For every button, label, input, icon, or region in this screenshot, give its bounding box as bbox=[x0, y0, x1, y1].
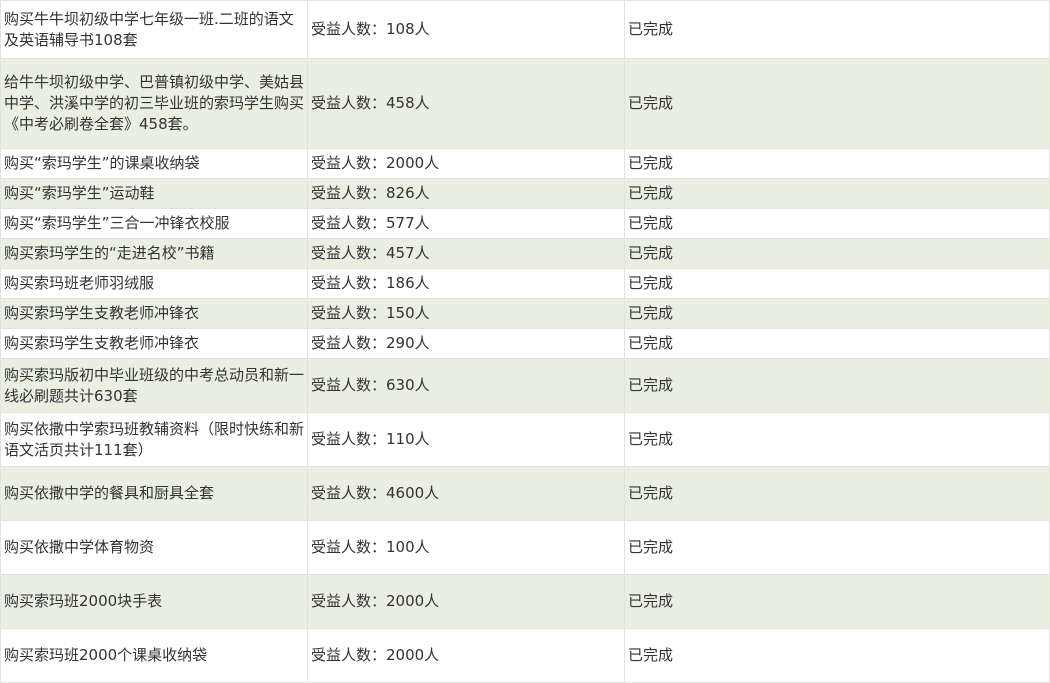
beneficiaries-cell: 受益人数：2000人 bbox=[307, 148, 625, 179]
item-cell: 购买索玛班2000个课桌收纳袋 bbox=[0, 628, 308, 683]
table-row: 购买“索玛学生”运动鞋 受益人数：826人 已完成 bbox=[0, 178, 1050, 209]
beneficiaries-cell: 受益人数：2000人 bbox=[307, 628, 625, 683]
status-cell: 已完成 bbox=[624, 208, 1050, 239]
beneficiaries-cell: 受益人数：110人 bbox=[307, 412, 625, 467]
item-cell: 购买依撒中学的餐具和厨具全套 bbox=[0, 466, 308, 521]
status-cell: 已完成 bbox=[624, 268, 1050, 299]
item-cell: 购买索玛班老师羽绒服 bbox=[0, 268, 308, 299]
beneficiaries-cell: 受益人数：4600人 bbox=[307, 466, 625, 521]
beneficiaries-cell: 受益人数：2000人 bbox=[307, 574, 625, 629]
item-cell: 购买“索玛学生”运动鞋 bbox=[0, 178, 308, 209]
table-row: 购买索玛班老师羽绒服 受益人数：186人 已完成 bbox=[0, 268, 1050, 299]
table-row: 给牛牛坝初级中学、巴普镇初级中学、美姑县中学、洪溪中学的初三毕业班的索玛学生购买… bbox=[0, 58, 1050, 149]
item-cell: 购买索玛学生的“走进名校”书籍 bbox=[0, 238, 308, 269]
beneficiaries-cell: 受益人数：100人 bbox=[307, 520, 625, 575]
beneficiaries-cell: 受益人数：630人 bbox=[307, 358, 625, 413]
beneficiaries-cell: 受益人数：290人 bbox=[307, 328, 625, 359]
table-row: 购买“索玛学生”三合一冲锋衣校服 受益人数：577人 已完成 bbox=[0, 208, 1050, 239]
item-cell: 购买索玛版初中毕业班级的中考总动员和新一线必刷题共计630套 bbox=[0, 358, 308, 413]
status-cell: 已完成 bbox=[624, 238, 1050, 269]
table-row: 购买索玛班2000个课桌收纳袋 受益人数：2000人 已完成 bbox=[0, 628, 1050, 683]
status-cell: 已完成 bbox=[624, 466, 1050, 521]
beneficiaries-cell: 受益人数：826人 bbox=[307, 178, 625, 209]
item-cell: 给牛牛坝初级中学、巴普镇初级中学、美姑县中学、洪溪中学的初三毕业班的索玛学生购买… bbox=[0, 58, 308, 149]
beneficiaries-cell: 受益人数：150人 bbox=[307, 298, 625, 329]
table-row: 购买依撒中学体育物资 受益人数：100人 已完成 bbox=[0, 520, 1050, 575]
item-cell: 购买索玛学生支教老师冲锋衣 bbox=[0, 298, 308, 329]
status-cell: 已完成 bbox=[624, 0, 1050, 59]
table-row: 购买依撒中学索玛班教辅资料（限时快练和新语文活页共计111套） 受益人数：110… bbox=[0, 412, 1050, 467]
beneficiaries-cell: 受益人数：457人 bbox=[307, 238, 625, 269]
status-cell: 已完成 bbox=[624, 574, 1050, 629]
item-cell: 购买依撒中学索玛班教辅资料（限时快练和新语文活页共计111套） bbox=[0, 412, 308, 467]
status-cell: 已完成 bbox=[624, 358, 1050, 413]
beneficiaries-cell: 受益人数：458人 bbox=[307, 58, 625, 149]
status-cell: 已完成 bbox=[624, 412, 1050, 467]
status-cell: 已完成 bbox=[624, 328, 1050, 359]
table-row: 购买依撒中学的餐具和厨具全套 受益人数：4600人 已完成 bbox=[0, 466, 1050, 521]
item-cell: 购买索玛班2000块手表 bbox=[0, 574, 308, 629]
table-row: 购买索玛版初中毕业班级的中考总动员和新一线必刷题共计630套 受益人数：630人… bbox=[0, 358, 1050, 413]
beneficiaries-cell: 受益人数：186人 bbox=[307, 268, 625, 299]
item-cell: 购买依撒中学体育物资 bbox=[0, 520, 308, 575]
status-cell: 已完成 bbox=[624, 178, 1050, 209]
table-row: 购买牛牛坝初级中学七年级一班.二班的语文及英语辅导书108套 受益人数：108人… bbox=[0, 0, 1050, 59]
item-cell: 购买索玛学生支教老师冲锋衣 bbox=[0, 328, 308, 359]
item-cell: 购买牛牛坝初级中学七年级一班.二班的语文及英语辅导书108套 bbox=[0, 0, 308, 59]
beneficiaries-cell: 受益人数：577人 bbox=[307, 208, 625, 239]
item-cell: 购买“索玛学生”三合一冲锋衣校服 bbox=[0, 208, 308, 239]
status-cell: 已完成 bbox=[624, 520, 1050, 575]
table-row: 购买索玛学生支教老师冲锋衣 受益人数：290人 已完成 bbox=[0, 328, 1050, 359]
table-row: 购买索玛学生的“走进名校”书籍 受益人数：457人 已完成 bbox=[0, 238, 1050, 269]
status-cell: 已完成 bbox=[624, 628, 1050, 683]
donation-table: 购买牛牛坝初级中学七年级一班.二班的语文及英语辅导书108套 受益人数：108人… bbox=[0, 0, 1050, 683]
table-row: 购买索玛学生支教老师冲锋衣 受益人数：150人 已完成 bbox=[0, 298, 1050, 329]
status-cell: 已完成 bbox=[624, 298, 1050, 329]
status-cell: 已完成 bbox=[624, 58, 1050, 149]
table-row: 购买“索玛学生”的课桌收纳袋 受益人数：2000人 已完成 bbox=[0, 148, 1050, 179]
table-row: 购买索玛班2000块手表 受益人数：2000人 已完成 bbox=[0, 574, 1050, 629]
status-cell: 已完成 bbox=[624, 148, 1050, 179]
item-cell: 购买“索玛学生”的课桌收纳袋 bbox=[0, 148, 308, 179]
beneficiaries-cell: 受益人数：108人 bbox=[307, 0, 625, 59]
